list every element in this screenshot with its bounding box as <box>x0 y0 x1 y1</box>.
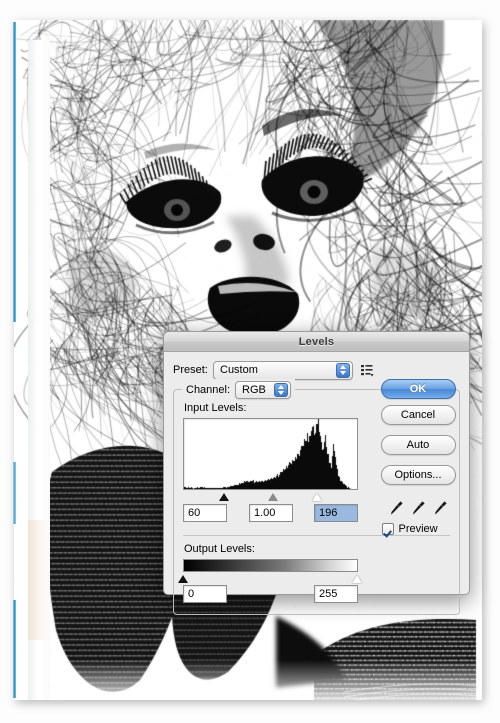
page-edge-stripe-top <box>13 22 16 322</box>
output-white-slider-handle[interactable] <box>352 575 362 583</box>
black-point-eyedropper-icon[interactable] <box>389 500 404 516</box>
output-black-value: 0 <box>188 588 194 600</box>
channel-value: RGB <box>242 384 266 396</box>
output-white-field[interactable]: 255 <box>314 585 358 603</box>
preset-row: Preset: Custom <box>173 360 460 380</box>
output-gradient-bar <box>183 559 358 572</box>
preview-label: Preview <box>399 523 438 535</box>
output-black-field[interactable]: 0 <box>183 585 227 603</box>
options-button[interactable]: Options... <box>381 465 456 485</box>
input-levels-fields: 60 1.00 196 <box>183 504 358 524</box>
page-edge-stripe-middle <box>13 462 16 524</box>
output-white-value: 255 <box>319 588 337 600</box>
histogram-canvas <box>184 419 358 490</box>
black-input-value: 60 <box>188 507 200 519</box>
black-point-slider-handle[interactable] <box>219 493 229 501</box>
output-levels-fields: 0 255 <box>183 585 358 605</box>
dialog-button-column: OK Cancel Auto Options... Preview <box>376 379 460 535</box>
gamma-input-field[interactable]: 1.00 <box>249 504 293 522</box>
black-input-field[interactable]: 60 <box>183 504 227 522</box>
output-black-slider-handle[interactable] <box>178 575 188 583</box>
chevron-updown-icon <box>274 383 288 397</box>
preview-row[interactable]: Preview <box>382 523 457 535</box>
cancel-button[interactable]: Cancel <box>381 405 456 425</box>
input-levels-slider[interactable] <box>183 490 358 503</box>
preset-options-menu-icon[interactable] <box>360 363 374 377</box>
dialog-title: Levels <box>299 336 334 348</box>
preset-dropdown[interactable]: Custom <box>213 361 353 380</box>
white-input-field[interactable]: 196 <box>314 504 358 522</box>
white-input-value: 196 <box>319 507 337 519</box>
channel-dropdown[interactable]: RGB <box>235 381 291 399</box>
preset-label: Preset: <box>173 364 213 376</box>
preset-value: Custom <box>220 364 258 376</box>
paper-warm-tint <box>28 520 48 640</box>
page-edge-stripe-bottom <box>13 600 16 698</box>
auto-button[interactable]: Auto <box>381 435 456 455</box>
dialog-body: Preset: Custom Channel: RGB Input Levels… <box>164 352 469 615</box>
output-levels-label: Output Levels: <box>184 543 450 555</box>
gray-point-eyedropper-icon[interactable] <box>411 500 426 516</box>
levels-dialog: Levels Preset: Custom Channel: RGB Input… <box>163 331 470 595</box>
ok-button[interactable]: OK <box>381 379 456 399</box>
gamma-slider-handle[interactable] <box>268 493 278 501</box>
chevron-updown-icon <box>336 363 350 378</box>
white-point-eyedropper-icon[interactable] <box>433 500 448 516</box>
channel-row: Channel: RGB <box>182 379 295 400</box>
histogram[interactable] <box>183 418 358 490</box>
dialog-title-bar[interactable]: Levels <box>164 332 469 352</box>
group-divider <box>183 535 450 536</box>
eyedropper-tool-row <box>381 500 456 516</box>
white-point-slider-handle[interactable] <box>312 493 322 501</box>
gamma-input-value: 1.00 <box>254 507 275 519</box>
screenshot-root: Levels Preset: Custom Channel: RGB Input… <box>0 0 500 723</box>
preview-checkbox[interactable] <box>382 523 394 535</box>
channel-label: Channel: <box>186 384 230 396</box>
output-levels-slider[interactable] <box>183 572 358 584</box>
